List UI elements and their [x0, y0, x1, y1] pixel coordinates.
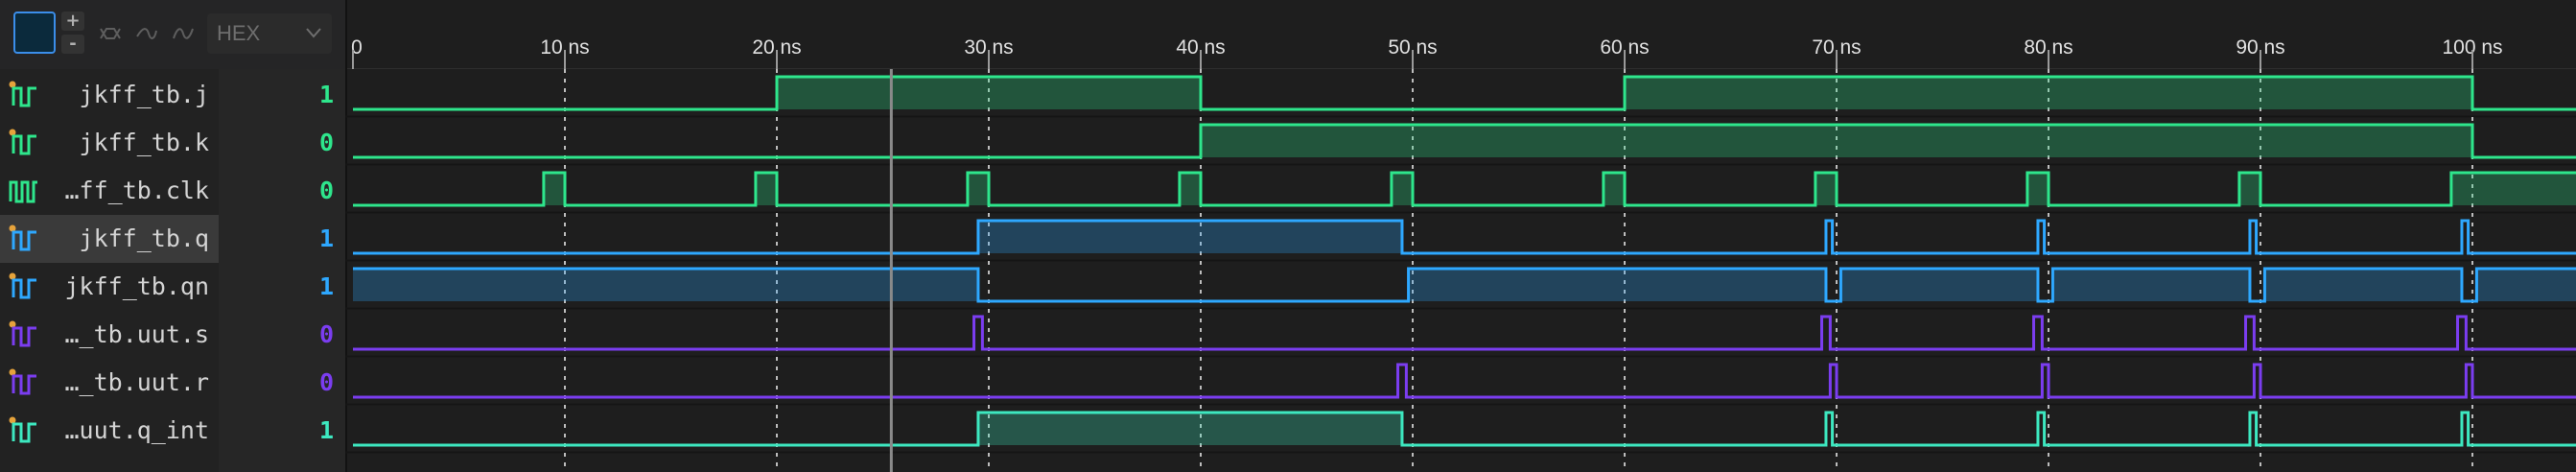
- signal-waveform: [353, 219, 2576, 255]
- signal-value: 0: [318, 177, 334, 204]
- signal-row[interactable]: jkff_tb.q: [0, 215, 219, 263]
- high-level-fill: [1603, 173, 1625, 205]
- signal-name: jkff_tb.k: [79, 129, 209, 156]
- high-level-fill: [2026, 173, 2049, 205]
- ruler-tick-mark: [1836, 50, 1838, 69]
- ruler-tick-mark: [776, 50, 778, 69]
- ruler-tick-mark: [2260, 50, 2261, 69]
- high-level-fill: [777, 77, 1201, 109]
- signal-row[interactable]: jkff_tb.j: [0, 71, 219, 119]
- signal-waveform: [353, 363, 2576, 399]
- signal-name-list: jkff_tb.j jkff_tb.k …ff_tb.clk jkff_tb.qjkf…: [0, 69, 219, 472]
- high-level-fill: [1391, 173, 1413, 205]
- high-level-fill: [1179, 173, 1201, 205]
- signal-name: jkff_tb.q: [79, 224, 209, 252]
- bit-signal-icon: [8, 79, 40, 111]
- signal-value-cell: 1: [219, 71, 345, 119]
- zoom-in-button[interactable]: +: [61, 12, 84, 31]
- high-level-fill: [2450, 173, 2576, 205]
- signal-value: 0: [318, 129, 334, 156]
- signal-value-cell: 0: [219, 167, 345, 215]
- toolbar: + - HEX: [0, 0, 345, 69]
- signal-value-cell: 0: [219, 311, 345, 359]
- signal-row[interactable]: jkff_tb.qn: [0, 263, 219, 311]
- ruler-tick-mark: [352, 50, 354, 69]
- signal-value-cell: 1: [219, 215, 345, 263]
- analog-step-icon[interactable]: [130, 17, 163, 50]
- signal-name: …uut.q_int: [64, 416, 209, 444]
- high-level-fill: [543, 173, 565, 205]
- high-level-fill: [977, 413, 1402, 445]
- high-level-fill: [1201, 125, 2472, 157]
- high-level-fill: [2238, 173, 2260, 205]
- high-level-fill: [2052, 269, 2250, 301]
- ruler-tick-mark: [564, 50, 566, 69]
- high-level-fill: [1815, 173, 1837, 205]
- signal-row[interactable]: jkff_tb.k: [0, 119, 219, 167]
- signal-row[interactable]: …_tb.uut.s: [0, 311, 219, 359]
- bit-signal-icon: [8, 366, 40, 399]
- zoom-controls: + -: [61, 12, 84, 54]
- signal-value: 1: [318, 81, 334, 108]
- ruler-tick-mark: [2048, 50, 2049, 69]
- signal-value: 0: [318, 320, 334, 348]
- ruler-tick-mark: [1624, 50, 1626, 69]
- color-swatch-button[interactable]: [13, 12, 56, 54]
- radix-select-value: HEX: [217, 21, 261, 45]
- bit-signal-icon: [8, 127, 40, 159]
- signal-value-cell: 0: [219, 119, 345, 167]
- signal-value-cell: 1: [219, 407, 345, 455]
- ruler-tick-mark: [1200, 50, 1202, 69]
- signal-value-cell: 1: [219, 263, 345, 311]
- clock-signal-icon: [8, 175, 40, 207]
- ruler-tick-mark: [2471, 50, 2473, 69]
- signal-row[interactable]: …ff_tb.clk: [0, 167, 219, 215]
- ruler-tick-mark: [1412, 50, 1414, 69]
- time-ruler[interactable]: 0 10 ns 20 ns 30 ns 40 ns 50 ns 60 ns 70 ns 80 n…: [345, 0, 2576, 69]
- signal-waveform: [353, 315, 2576, 351]
- high-level-fill: [1408, 269, 1826, 301]
- high-level-fill: [977, 221, 1402, 253]
- signal-name: …_tb.uut.s: [64, 320, 209, 348]
- signal-value-cell: 0: [219, 359, 345, 407]
- high-level-fill: [967, 173, 989, 205]
- signal-name: …_tb.uut.r: [64, 368, 209, 396]
- signal-name: jkff_tb.qn: [64, 272, 209, 300]
- radix-select[interactable]: HEX: [207, 13, 332, 54]
- ruler-tick-mark: [988, 50, 990, 69]
- bit-signal-icon: [8, 414, 40, 447]
- signal-name: …ff_tb.clk: [64, 177, 209, 204]
- signal-row[interactable]: …_tb.uut.r: [0, 359, 219, 407]
- signal-value: 0: [318, 368, 334, 396]
- signal-name: jkff_tb.j: [79, 81, 209, 108]
- high-level-fill: [2264, 269, 2462, 301]
- high-level-fill: [1840, 269, 2038, 301]
- high-level-fill: [353, 269, 978, 301]
- signal-row[interactable]: …uut.q_int: [0, 407, 219, 455]
- zoom-out-button[interactable]: -: [61, 35, 84, 54]
- bit-signal-icon: [8, 223, 40, 255]
- waveform-canvas[interactable]: [345, 69, 2576, 472]
- high-level-fill: [1625, 77, 2472, 109]
- signal-value: 1: [318, 224, 334, 252]
- high-level-fill: [755, 173, 777, 205]
- analog-interp-icon[interactable]: [167, 17, 199, 50]
- bit-signal-icon: [8, 271, 40, 303]
- signal-value: 1: [318, 272, 334, 300]
- signal-value-list: 1 0 0 1 1 0 0 1: [219, 69, 345, 472]
- signal-value: 1: [318, 416, 334, 444]
- chevron-down-icon: [306, 28, 321, 38]
- high-level-fill: [2476, 269, 2576, 301]
- signal-waveform: [353, 411, 2576, 447]
- bus-format-icon[interactable]: [94, 17, 127, 50]
- bit-signal-icon: [8, 319, 40, 351]
